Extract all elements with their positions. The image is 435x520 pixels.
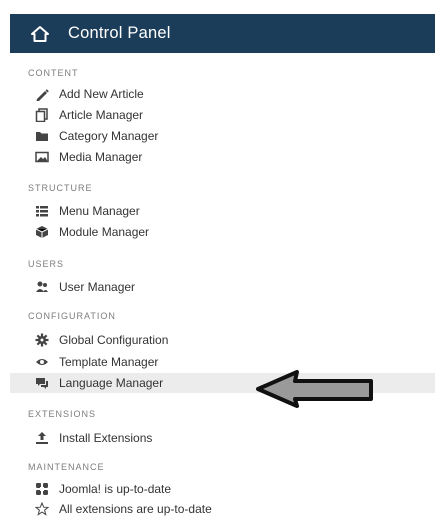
- nav-item-label: Global Configuration: [59, 333, 169, 347]
- nav-item-media-manager[interactable]: Media Manager: [10, 147, 435, 167]
- section-heading-users: USERS: [28, 259, 65, 269]
- cube-icon: [35, 225, 49, 239]
- nav-item-label: Add New Article: [59, 87, 144, 101]
- star-icon: [35, 502, 49, 516]
- nav-item-install-extensions[interactable]: Install Extensions: [10, 428, 435, 448]
- nav-item-module-manager[interactable]: Module Manager: [10, 222, 435, 242]
- section-heading-content: CONTENT: [28, 68, 79, 78]
- nav-item-label: Media Manager: [59, 150, 143, 164]
- nav-item-label: User Manager: [59, 280, 136, 294]
- nav-item-label: Template Manager: [59, 355, 159, 369]
- control-panel-header[interactable]: Control Panel: [10, 14, 435, 53]
- list-icon: [35, 204, 49, 218]
- page-title: Control Panel: [68, 24, 171, 42]
- nav-item-label: Joomla! is up-to-date: [59, 482, 172, 496]
- eye-icon: [35, 355, 49, 369]
- folder-icon: [35, 129, 49, 143]
- nav-item-joomla-up-to-date[interactable]: Joomla! is up-to-date: [10, 479, 435, 499]
- nav-item-global-configuration[interactable]: Global Configuration: [10, 330, 435, 350]
- section-heading-structure: STRUCTURE: [28, 183, 93, 193]
- stack-icon: [35, 108, 49, 122]
- nav-item-label: Menu Manager: [59, 204, 140, 218]
- nav-item-label: Install Extensions: [59, 431, 153, 445]
- nav-item-menu-manager[interactable]: Menu Manager: [10, 201, 435, 221]
- gear-icon: [35, 333, 49, 347]
- speech-bubbles-icon: [35, 376, 49, 390]
- nav-item-label: Article Manager: [59, 108, 144, 122]
- upload-icon: [35, 431, 49, 445]
- nav-item-article-manager[interactable]: Article Manager: [10, 105, 435, 125]
- joomla-icon: [35, 482, 49, 496]
- nav-item-user-manager[interactable]: User Manager: [10, 277, 435, 297]
- nav-item-label: Category Manager: [59, 129, 159, 143]
- nav-item-category-manager[interactable]: Category Manager: [10, 126, 435, 146]
- nav-item-extensions-up-to-date[interactable]: All extensions are up-to-date: [10, 499, 435, 519]
- nav-item-label: All extensions are up-to-date: [59, 502, 212, 516]
- nav-item-label: Module Manager: [59, 225, 150, 239]
- image-icon: [35, 150, 49, 164]
- pencil-icon: [35, 87, 49, 101]
- users-icon: [35, 280, 49, 294]
- section-heading-maintenance: MAINTENANCE: [28, 462, 105, 472]
- nav-item-label: Language Manager: [59, 376, 164, 390]
- section-heading-configuration: CONFIGURATION: [28, 311, 116, 321]
- home-icon: [30, 24, 60, 44]
- pointer-arrow-icon: [256, 370, 373, 408]
- nav-item-add-new-article[interactable]: Add New Article: [10, 84, 435, 104]
- section-heading-extensions: EXTENSIONS: [28, 409, 97, 419]
